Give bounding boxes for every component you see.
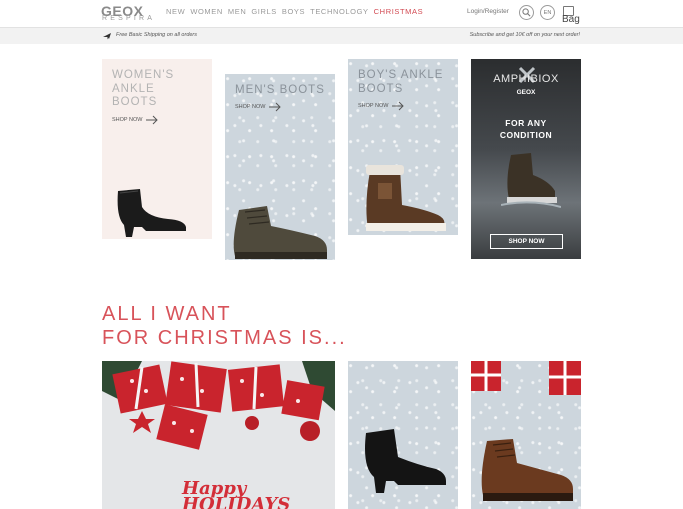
search-button[interactable] [519, 5, 534, 20]
womens-ankle-boots-tile[interactable]: WOMEN'S ANKLE BOOTS SHOP NOW [102, 59, 212, 239]
tagline-line: CONDITION [499, 130, 553, 140]
nav-item-christmas[interactable]: CHRISTMAS [374, 7, 424, 16]
holiday-gifts-banner[interactable]: Happy HOLIDAYS [102, 361, 335, 509]
main-nav: NEW WOMEN MEN GIRLS BOYS TECHNOLOGY CHRI… [166, 7, 428, 16]
tile-title-line: MEN'S BOOTS [235, 84, 325, 96]
nav-item-girls[interactable]: GIRLS [251, 7, 277, 16]
bag-label: Bag [562, 14, 580, 25]
amphibiox-brand: AMPHIBIOX [493, 73, 559, 85]
tile-title-line: BOY'S ANKLE [358, 69, 444, 81]
airplane-icon [103, 33, 111, 40]
mens-lace-boot-tile[interactable] [471, 361, 581, 509]
shop-now-link[interactable]: SHOP NOW [235, 102, 282, 112]
heading-line: ALL I WANT [102, 303, 232, 325]
heading-line: FOR CHRISTMAS IS... [102, 327, 347, 349]
shop-now-label: SHOP NOW [235, 104, 266, 110]
language-label: EN [543, 9, 552, 16]
tagline-line: FOR ANY [505, 118, 547, 128]
search-icon [522, 8, 531, 17]
shop-now-link[interactable]: SHOP NOW [358, 101, 405, 111]
tile-title-line: WOMEN'S [112, 69, 175, 81]
subscribe-promo[interactable]: Subscribe and get 10€ off on your next o… [470, 32, 580, 38]
tile-title: WOMEN'S ANKLE BOOTS [112, 69, 174, 110]
amphibiox-boot-image [501, 153, 561, 208]
holidays-text: HOLIDAYS [182, 494, 291, 509]
amphibiox-tagline: FOR ANY CONDITION [471, 117, 581, 141]
info-bar: Free Basic Shipping on all orders Subscr… [0, 28, 683, 44]
tile-title-line: ANKLE [112, 82, 155, 95]
language-selector[interactable]: EN [540, 5, 555, 20]
shop-now-link[interactable]: SHOP NOW [112, 115, 159, 125]
logo-subtitle: RESPIRA [102, 15, 156, 22]
shop-now-button[interactable]: SHOP NOW [490, 234, 563, 249]
shop-now-label: SHOP NOW [358, 103, 389, 109]
login-register-link[interactable]: Login/Register [467, 8, 509, 15]
nav-item-technology[interactable]: TECHNOLOGY [310, 7, 369, 16]
boys-boot-image [366, 165, 446, 231]
christmas-heading: ALL I WANT FOR CHRISTMAS IS... [102, 302, 347, 350]
shop-now-label: SHOP NOW [112, 117, 143, 123]
tile-title: MEN'S BOOTS [235, 84, 325, 98]
site-header: GEOX RESPIRA NEW WOMEN MEN GIRLS BOYS TE… [0, 0, 683, 28]
nav-item-boys[interactable]: BOYS [282, 7, 305, 16]
tile-title: BOY'S ANKLE BOOTS [358, 69, 443, 96]
gift-corner-image [471, 361, 581, 395]
arrow-right-icon [392, 101, 405, 111]
mens-lace-boot-image [481, 439, 573, 501]
shipping-notice[interactable]: Free Basic Shipping on all orders [116, 32, 197, 38]
arrow-right-icon [146, 115, 159, 125]
boys-ankle-boots-tile[interactable]: BOY'S ANKLE BOOTS SHOP NOW [348, 59, 458, 235]
amphibiox-tile[interactable]: AMPHIBIOX GEOX FOR ANY CONDITION SHOP NO… [471, 59, 581, 259]
nav-item-men[interactable]: MEN [228, 7, 246, 16]
geox-logo[interactable]: GEOX RESPIRA [101, 3, 159, 24]
amphibiox-sub: GEOX [516, 89, 536, 96]
tile-title-line: BOOTS [112, 96, 158, 108]
nav-item-new[interactable]: NEW [166, 7, 185, 16]
arrow-right-icon [269, 102, 282, 112]
mens-boot-image [233, 206, 327, 259]
happy-holidays-script: Happy HOLIDAYS [182, 480, 291, 509]
tile-title-line: BOOTS [358, 82, 404, 95]
shopping-bag-button[interactable]: Bag [562, 5, 584, 27]
mens-boots-tile[interactable]: MEN'S BOOTS SHOP NOW [225, 74, 335, 260]
womens-heeled-boot-tile[interactable] [348, 361, 458, 509]
heeled-bootie-image [365, 429, 446, 493]
womens-ankle-boot-image [117, 189, 186, 237]
nav-item-women[interactable]: WOMEN [190, 7, 223, 16]
